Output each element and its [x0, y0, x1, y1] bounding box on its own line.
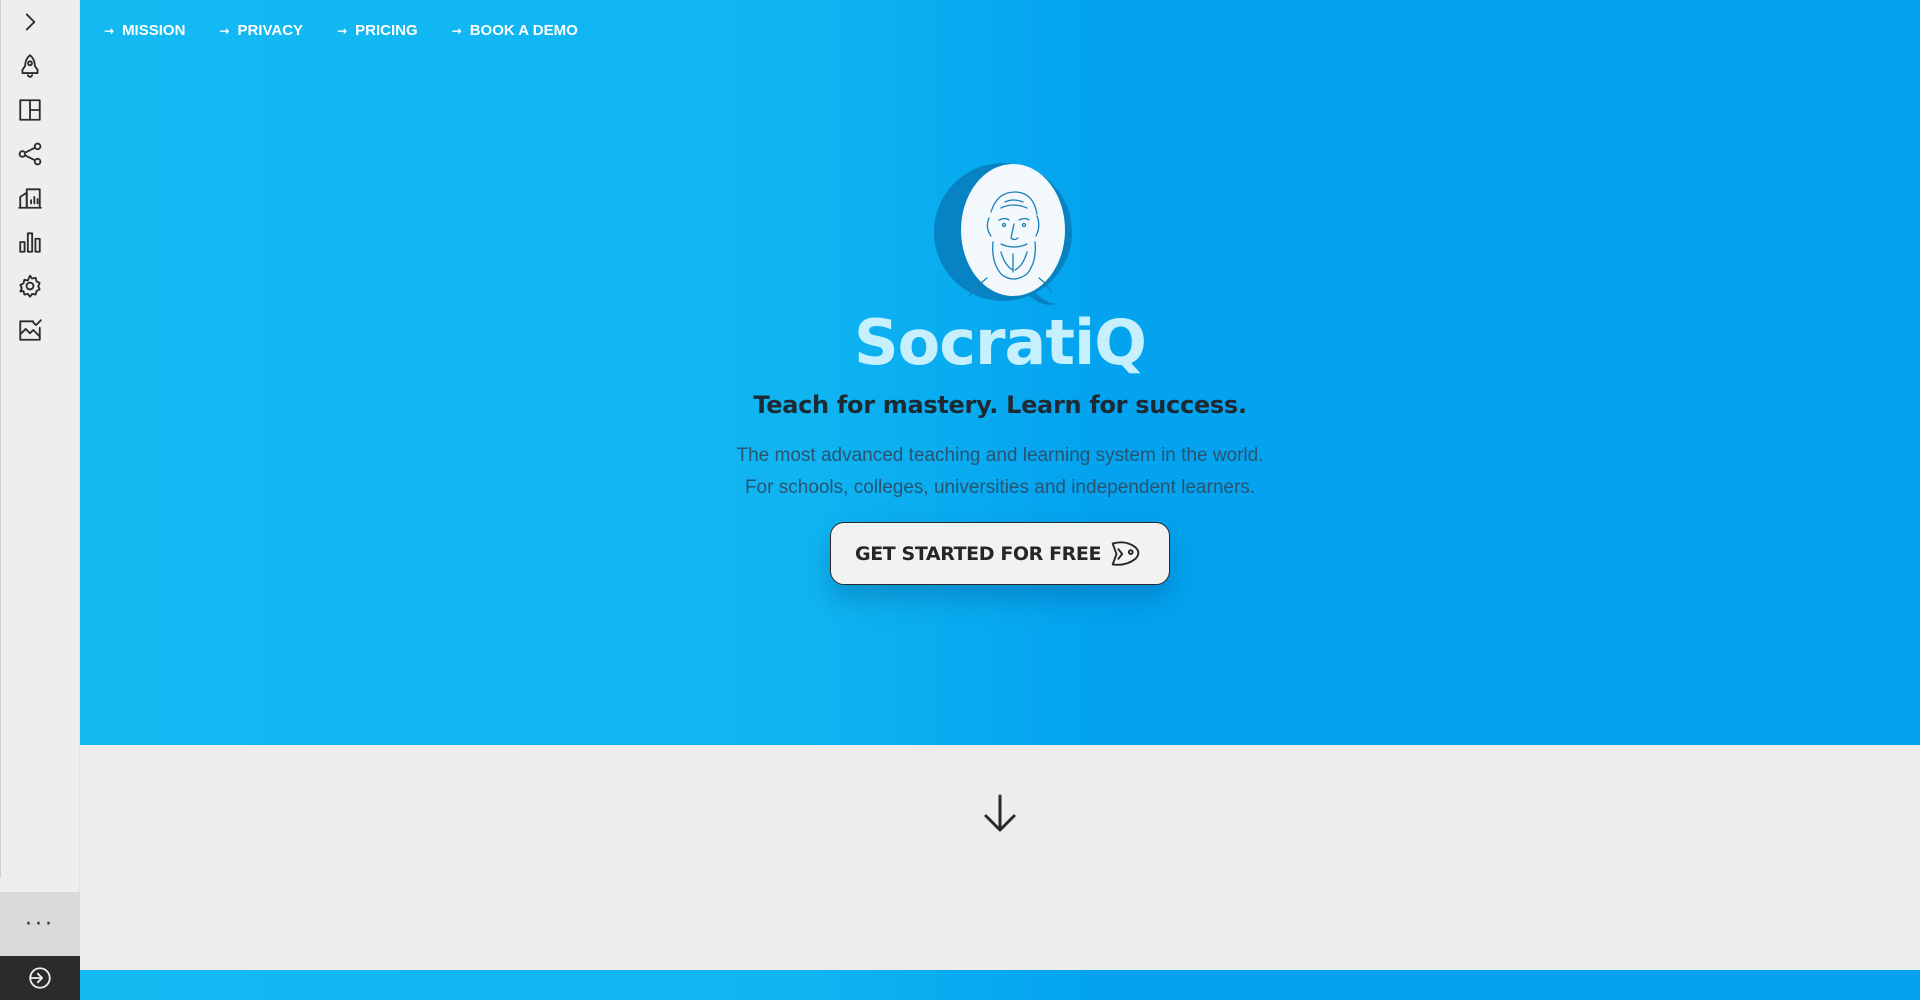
sidebar-item-media[interactable] [12, 312, 48, 348]
arrow-down-icon [984, 794, 1016, 832]
socrates-logo [934, 163, 1072, 305]
sidebar-item-analytics[interactable] [12, 224, 48, 260]
login-icon [29, 967, 51, 989]
nav-link-label: PRICING [355, 22, 418, 39]
app-root: ··· → MISSION → PRIVACY → PRICING → BOOK… [0, 0, 1920, 1000]
get-started-button[interactable]: GET STARTED FOR FREE [830, 522, 1170, 585]
nav-link-privacy[interactable]: → PRIVACY [219, 22, 303, 39]
bar-chart-icon [19, 232, 41, 253]
nav-link-label: PRIVACY [237, 22, 304, 39]
share-icon [18, 142, 42, 166]
scroll-section [80, 745, 1920, 970]
sidebar-edge [0, 0, 1, 878]
sidebar-item-settings[interactable] [12, 268, 48, 304]
nav-link-label: BOOK A DEMO [469, 22, 578, 39]
arrow-right-icon: → [104, 23, 115, 38]
get-started-label: GET STARTED FOR FREE [855, 542, 1102, 565]
sidebar-expand-button[interactable] [12, 4, 48, 40]
tagline: Teach for mastery. Learn for success. [753, 391, 1247, 419]
sidebar-item-layout[interactable] [12, 92, 48, 128]
hero-section: → MISSION → PRIVACY → PRICING → BOOK A D… [80, 0, 1920, 745]
arrow-right-icon: → [337, 23, 348, 38]
hero-description-line: For schools, colleges, universities and … [744, 477, 1256, 498]
arrow-right-icon: → [219, 23, 230, 38]
chevron-right-icon [25, 13, 36, 31]
scroll-down-button[interactable] [980, 793, 1020, 835]
rocket-fish-icon [1111, 540, 1140, 566]
gear-icon [19, 274, 41, 298]
nav-link-pricing[interactable]: → PRICING [337, 22, 418, 39]
next-section-band [80, 970, 1920, 1000]
hero-description: The most advanced teaching and learning … [80, 440, 1920, 504]
sidebar-item-launch[interactable] [12, 48, 48, 84]
sidebar-item-institution[interactable] [12, 180, 48, 216]
nav-link-label: MISSION [122, 22, 186, 39]
sidebar-item-share[interactable] [12, 136, 48, 172]
brand-name: SocratiQ [853, 306, 1147, 379]
sidebar: ··· [0, 0, 80, 1000]
arrow-right-icon: → [451, 23, 462, 38]
rocket-icon [21, 54, 39, 78]
nav-link-mission[interactable]: → MISSION [104, 22, 185, 39]
nav-link-book-demo[interactable]: → BOOK A DEMO [452, 22, 578, 39]
sidebar-more-button[interactable]: ··· [0, 892, 80, 956]
top-nav: → MISSION → PRIVACY → PRICING → BOOK A D… [104, 22, 612, 39]
building-chart-icon [18, 188, 42, 209]
sidebar-login-button[interactable] [0, 956, 80, 1000]
layout-icon [19, 99, 41, 121]
hero-description-line: The most advanced teaching and learning … [736, 445, 1264, 466]
image-check-icon [19, 319, 42, 341]
